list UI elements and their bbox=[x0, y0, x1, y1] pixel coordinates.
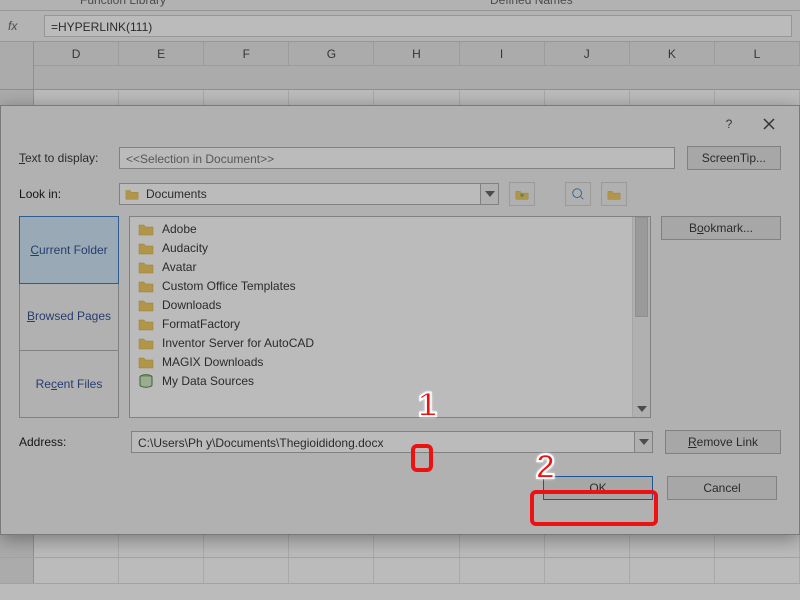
col-header[interactable]: K bbox=[630, 42, 715, 66]
column-headers: D E F G H I J K L bbox=[0, 42, 800, 90]
file-name: Adobe bbox=[162, 222, 197, 236]
chevron-down-icon bbox=[639, 439, 649, 445]
list-item[interactable]: Inventor Server for AutoCAD bbox=[130, 333, 632, 352]
file-name: Downloads bbox=[162, 298, 221, 312]
browse-web-button[interactable] bbox=[565, 182, 591, 206]
close-icon bbox=[762, 117, 776, 131]
chevron-down-icon bbox=[485, 191, 495, 197]
up-one-level-button[interactable] bbox=[509, 182, 535, 206]
col-header[interactable]: I bbox=[460, 42, 545, 66]
col-header[interactable]: F bbox=[204, 42, 289, 66]
list-item[interactable]: Custom Office Templates bbox=[130, 276, 632, 295]
look-in-value: Documents bbox=[146, 187, 480, 201]
ok-label: OK bbox=[589, 481, 606, 495]
bookmark-button[interactable]: Bookmark... bbox=[661, 216, 781, 240]
list-item[interactable]: Downloads bbox=[130, 295, 632, 314]
col-header[interactable]: E bbox=[119, 42, 204, 66]
file-name: MAGIX Downloads bbox=[162, 355, 263, 369]
close-button[interactable] bbox=[749, 110, 789, 138]
tab-browsed-pages[interactable]: Browsed Pages bbox=[20, 283, 118, 350]
folder-icon bbox=[138, 316, 154, 332]
scroll-down-button[interactable] bbox=[633, 401, 650, 417]
look-in-dropdown[interactable] bbox=[480, 184, 498, 204]
file-name: Avatar bbox=[162, 260, 196, 274]
remove-link-button[interactable]: Remove Link bbox=[665, 430, 781, 454]
file-name: My Data Sources bbox=[162, 374, 254, 388]
file-name: Audacity bbox=[162, 241, 208, 255]
folder-open-icon bbox=[607, 187, 621, 201]
ribbon-group-defined-names: Defined Names bbox=[490, 0, 573, 7]
annotation-number-2: 2 bbox=[536, 450, 555, 484]
address-dropdown[interactable] bbox=[634, 432, 652, 452]
scroll-thumb[interactable] bbox=[635, 217, 648, 317]
file-list: Adobe Audacity Avatar Custom Office Templat… bbox=[129, 216, 651, 418]
text-to-display-input[interactable]: <<Selection in Document>> bbox=[119, 147, 675, 169]
formula-input[interactable]: =HYPERLINK(111) bbox=[44, 15, 792, 37]
folder-icon bbox=[138, 221, 154, 237]
browse-file-button[interactable] bbox=[601, 182, 627, 206]
address-input[interactable]: C:\Users\Ph y\Documents\Thegioididong.do… bbox=[131, 431, 653, 453]
list-item[interactable]: Audacity bbox=[130, 238, 632, 257]
link-source-tabs: Current Folder Browsed Pages Recent File… bbox=[19, 216, 119, 418]
dialog-titlebar: ? bbox=[1, 106, 799, 142]
folder-icon bbox=[138, 240, 154, 256]
fx-label: fx bbox=[8, 19, 38, 33]
tab-current-folder[interactable]: Current Folder bbox=[19, 216, 119, 284]
file-list-scrollbar[interactable] bbox=[632, 217, 650, 417]
look-in-label: Look in: bbox=[19, 187, 119, 201]
folder-icon bbox=[138, 354, 154, 370]
list-item[interactable]: My Data Sources bbox=[130, 371, 632, 390]
database-icon bbox=[138, 373, 154, 389]
col-header[interactable]: H bbox=[374, 42, 459, 66]
text-to-display-label: Text to display: bbox=[19, 151, 119, 165]
formula-bar: fx =HYPERLINK(111) bbox=[0, 10, 800, 42]
list-item[interactable]: Adobe bbox=[130, 219, 632, 238]
folder-icon bbox=[138, 278, 154, 294]
cancel-label: Cancel bbox=[703, 481, 740, 495]
folder-up-icon bbox=[515, 187, 529, 201]
tab-recent-files[interactable]: Recent Files bbox=[20, 351, 118, 417]
file-name: FormatFactory bbox=[162, 317, 240, 331]
documents-folder-icon bbox=[124, 186, 140, 202]
col-header[interactable]: D bbox=[34, 42, 119, 66]
ok-button[interactable]: OK bbox=[543, 476, 653, 500]
folder-icon bbox=[138, 259, 154, 275]
select-all-corner[interactable] bbox=[0, 42, 34, 89]
folder-icon bbox=[138, 297, 154, 313]
chevron-down-icon bbox=[637, 406, 647, 412]
list-item[interactable]: FormatFactory bbox=[130, 314, 632, 333]
col-header[interactable]: J bbox=[545, 42, 630, 66]
address-label: Address: bbox=[19, 435, 119, 449]
file-name: Inventor Server for AutoCAD bbox=[162, 336, 314, 350]
screentip-label: ScreenTip... bbox=[702, 151, 766, 165]
folder-icon bbox=[138, 335, 154, 351]
col-header[interactable]: L bbox=[715, 42, 800, 66]
list-item[interactable]: Avatar bbox=[130, 257, 632, 276]
look-in-combo[interactable]: Documents bbox=[119, 183, 499, 205]
file-name: Custom Office Templates bbox=[162, 279, 296, 293]
help-button[interactable]: ? bbox=[709, 110, 749, 138]
ribbon-group-labels: Function Library Defined Names bbox=[0, 0, 800, 10]
list-item[interactable]: MAGIX Downloads bbox=[130, 352, 632, 371]
insert-hyperlink-dialog: ? Text to display: <<Selection in Docume… bbox=[0, 105, 800, 535]
help-icon: ? bbox=[726, 117, 733, 131]
ribbon-group-function-library: Function Library bbox=[80, 0, 166, 7]
address-value: C:\Users\Ph y\Documents\Thegioididong.do… bbox=[132, 432, 634, 452]
screentip-button[interactable]: ScreenTip... bbox=[687, 146, 781, 170]
annotation-number-1: 1 bbox=[418, 388, 437, 422]
cancel-button[interactable]: Cancel bbox=[667, 476, 777, 500]
globe-search-icon bbox=[571, 187, 585, 201]
col-header[interactable]: G bbox=[289, 42, 374, 66]
